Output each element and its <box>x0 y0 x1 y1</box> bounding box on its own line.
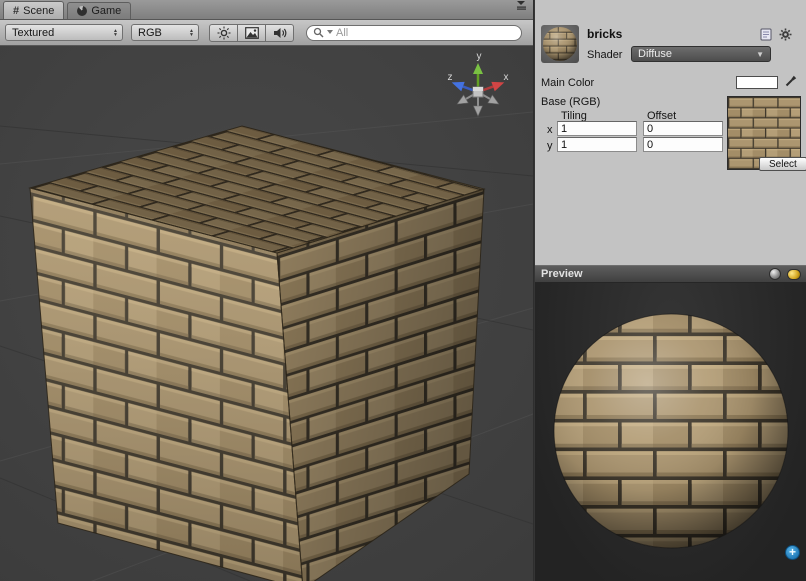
draw-mode-value: Textured <box>12 27 54 39</box>
preview-sphere[interactable] <box>535 283 806 581</box>
shader-dropdown[interactable]: Diffuse ▼ <box>631 46 771 62</box>
tiling-y-input[interactable] <box>557 137 637 152</box>
scene-grid-icon: # <box>13 5 19 17</box>
dropdown-caret-icon: ▲▼ <box>113 29 118 37</box>
gizmo-z-label[interactable]: z <box>448 72 453 83</box>
chevron-down-icon: ▼ <box>756 50 764 59</box>
tab-game-label: Game <box>91 5 121 17</box>
search-filter-caret-icon <box>327 30 333 35</box>
gizmo-y-label[interactable]: y <box>477 51 482 62</box>
gear-icon[interactable] <box>778 28 792 41</box>
preview-sphere-icon[interactable] <box>769 268 781 280</box>
tiling-x-input[interactable] <box>557 121 637 136</box>
scene-search-field[interactable] <box>306 25 522 41</box>
offset-x-input[interactable] <box>643 121 723 136</box>
material-preview-area[interactable]: + <box>535 283 806 581</box>
preview-title: Preview <box>541 268 583 280</box>
scene-audio-toggle[interactable] <box>265 24 294 42</box>
material-preview-thumbnail[interactable] <box>541 25 579 63</box>
main-color-label: Main Color <box>541 77 594 89</box>
scene-tabbar: # Scene Game <box>0 0 533 20</box>
unity-editor-window: # Scene Game Textured ▲▼ RGB ▲▼ <box>0 0 806 581</box>
sun-icon <box>217 26 231 40</box>
shader-label: Shader <box>587 49 622 61</box>
pane-menu-icon[interactable] <box>516 0 527 15</box>
base-texture-label: Base (RGB) <box>541 96 600 108</box>
image-icon <box>245 27 259 39</box>
preview-light-icon[interactable] <box>787 269 801 280</box>
row-x-label: x <box>547 124 553 136</box>
preview-header[interactable]: Preview <box>535 265 806 283</box>
material-name: bricks <box>587 27 622 41</box>
search-icon <box>313 27 324 38</box>
tab-game[interactable]: Game <box>67 2 131 19</box>
render-channel-value: RGB <box>138 27 162 39</box>
scene-toolbar: Textured ▲▼ RGB ▲▼ <box>0 20 533 46</box>
game-icon <box>77 6 87 16</box>
scene-render[interactable]: y x z <box>0 46 533 581</box>
add-button[interactable]: + <box>785 545 800 560</box>
search-input[interactable] <box>336 27 513 39</box>
texture-select-button[interactable]: Select <box>759 157 806 171</box>
gizmo-x-label[interactable]: x <box>504 72 509 83</box>
material-inspector: bricks Shader Diffuse ▼ <box>535 20 806 265</box>
audio-icon <box>273 27 287 39</box>
main-color-swatch[interactable] <box>736 76 778 89</box>
scene-viewport[interactable]: y x z <box>0 46 533 581</box>
tab-scene-label: Scene <box>23 5 54 17</box>
inspector-pane: i Inspector bricks Shader <box>534 0 806 581</box>
dropdown-caret-icon: ▲▼ <box>189 29 194 37</box>
scene-skybox-toggle[interactable] <box>237 24 266 42</box>
row-y-label: y <box>547 140 553 152</box>
shader-value: Diffuse <box>638 48 672 60</box>
tab-scene[interactable]: # Scene <box>3 1 64 19</box>
scene-lighting-toggle[interactable] <box>209 24 238 42</box>
render-channel-dropdown[interactable]: RGB ▲▼ <box>131 24 199 41</box>
draw-mode-dropdown[interactable]: Textured ▲▼ <box>5 24 123 41</box>
offset-y-input[interactable] <box>643 137 723 152</box>
help-icon[interactable] <box>759 28 773 41</box>
eyedropper-icon[interactable] <box>784 73 798 93</box>
